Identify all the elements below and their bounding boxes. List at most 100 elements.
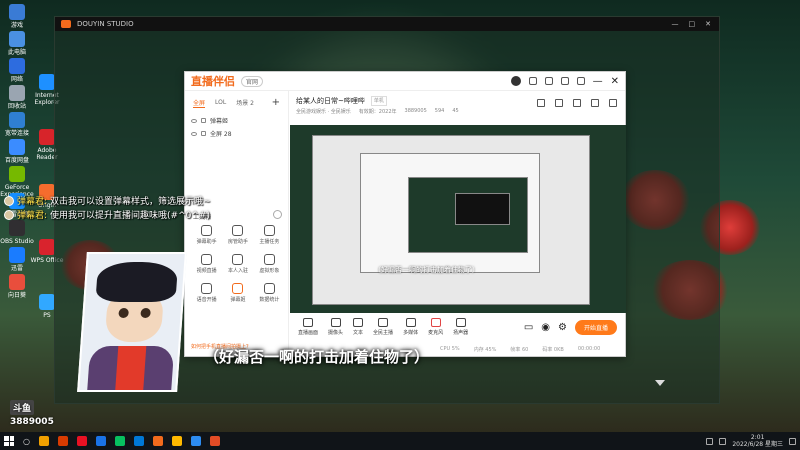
source-button[interactable]: 摄像头 bbox=[328, 318, 343, 336]
desktop-icon[interactable]: 此电脑 bbox=[0, 31, 34, 56]
desktop-icon-label: 此电脑 bbox=[7, 49, 26, 56]
desktop-icon-label: 网络 bbox=[10, 76, 23, 83]
room-category-tag: 单机 bbox=[370, 96, 387, 106]
tool-item[interactable]: 弹幕助手 bbox=[191, 225, 222, 245]
desktop-icon[interactable]: 向日葵 bbox=[0, 274, 34, 299]
settings-icon[interactable]: ⚙ bbox=[558, 322, 567, 333]
taskbar-app-icon[interactable] bbox=[152, 436, 163, 446]
desktop-icon[interactable]: OBS Studio bbox=[0, 220, 34, 245]
tool-item[interactable]: 数据统计 bbox=[254, 283, 285, 303]
desktop-icon[interactable]: 百度网盘 bbox=[0, 139, 34, 164]
taskbar-app-icon[interactable] bbox=[133, 436, 144, 446]
eye-icon[interactable] bbox=[191, 118, 197, 123]
clock[interactable]: 2:01 2022/6/28 星期三 bbox=[732, 434, 783, 448]
source-button[interactable]: 直播画面 bbox=[298, 318, 318, 336]
window-title: DOUYIN STUDIO bbox=[77, 20, 134, 28]
toolbox-toggle-icon[interactable] bbox=[273, 210, 282, 219]
taskbar-app-icon[interactable] bbox=[171, 436, 182, 446]
avatar bbox=[4, 195, 14, 206]
live-companion-window: 直播伴侣 官网 — ✕ 全屏 LOL 场景 2 + 弹幕姬 全屏 28 工具箱 … bbox=[184, 71, 626, 357]
delete-icon[interactable] bbox=[537, 99, 545, 107]
room-title[interactable]: 给某人的日常~哔哩哔 bbox=[296, 96, 365, 106]
window-titlebar: DOUYIN STUDIO — □ ✕ bbox=[55, 17, 719, 31]
source-button[interactable]: 麦克风 bbox=[428, 318, 443, 336]
source-button[interactable]: 多媒体 bbox=[403, 318, 418, 336]
close-icon[interactable]: ✕ bbox=[611, 76, 619, 87]
network-icon[interactable] bbox=[706, 437, 714, 445]
calendar-icon[interactable] bbox=[573, 99, 581, 107]
minimize-icon[interactable]: — bbox=[593, 76, 603, 87]
scene-item[interactable]: 弹幕姬 bbox=[185, 114, 288, 127]
tool-label: 语音开播 bbox=[196, 297, 217, 303]
stream-preview[interactable]: （好漏否一啊的打击加着住物了） bbox=[290, 125, 626, 313]
eye-icon[interactable]: ◉ bbox=[541, 322, 550, 333]
lock-icon[interactable] bbox=[201, 131, 206, 136]
cpu-usage: CPU 5% bbox=[440, 346, 460, 352]
eye-icon[interactable] bbox=[191, 131, 197, 136]
lock-icon[interactable] bbox=[201, 118, 206, 123]
gift-icon[interactable] bbox=[555, 99, 563, 107]
notification-icon[interactable] bbox=[789, 437, 796, 445]
desktop-icon[interactable]: 网络 bbox=[0, 58, 34, 83]
menu-icon[interactable] bbox=[576, 77, 585, 85]
taskbar-app-icon[interactable] bbox=[95, 436, 106, 446]
add-scene-icon[interactable]: + bbox=[272, 97, 280, 108]
tool-item[interactable]: 视频直播 bbox=[191, 254, 222, 274]
bell-icon[interactable] bbox=[591, 99, 599, 107]
close-icon[interactable]: ✕ bbox=[705, 20, 711, 28]
tool-item[interactable]: 虚拟形象 bbox=[254, 254, 285, 274]
tool-item[interactable]: 语音开播 bbox=[191, 283, 222, 303]
desktop-icon[interactable]: 宽带连接 bbox=[0, 112, 34, 137]
app-icon bbox=[9, 31, 25, 47]
source-button[interactable]: 扬声器 bbox=[453, 318, 468, 336]
version-badge[interactable]: 官网 bbox=[241, 75, 264, 87]
maximize-icon[interactable]: □ bbox=[689, 20, 696, 28]
scene-item[interactable]: 全屏 28 bbox=[185, 127, 288, 140]
tab-scene-2[interactable]: 场景 2 bbox=[236, 98, 254, 107]
taskbar-app-icon[interactable] bbox=[114, 436, 125, 446]
danmaku-text: 双击我可以设置弹幕样式，筛选展示哦~ bbox=[50, 197, 211, 207]
streamer-avatar-card bbox=[77, 252, 187, 392]
volume-icon[interactable] bbox=[719, 437, 727, 445]
tab-fullscreen[interactable]: 全屏 bbox=[193, 98, 206, 108]
source-button[interactable]: 文本 bbox=[353, 318, 363, 336]
tool-item[interactable]: 房管助手 bbox=[222, 225, 253, 245]
source-label: 全民主播 bbox=[373, 330, 394, 336]
source-label: 摄像头 bbox=[328, 330, 344, 336]
scene-label: 弹幕姬 bbox=[210, 118, 229, 125]
tool-item[interactable]: 本人入驻 bbox=[222, 254, 253, 274]
room-number: 3889005 bbox=[10, 417, 54, 427]
taskbar-app-icon[interactable] bbox=[57, 436, 68, 446]
chevron-down-icon[interactable] bbox=[655, 380, 665, 386]
desktop-icon[interactable]: 游戏 bbox=[0, 4, 34, 29]
tool-item[interactable]: 弹幕姬 bbox=[222, 283, 253, 303]
desktop-icon[interactable]: 回收站 bbox=[0, 85, 34, 110]
share-icon[interactable] bbox=[609, 99, 617, 107]
avatar[interactable] bbox=[510, 76, 521, 86]
start-live-button[interactable]: 开始直播 bbox=[574, 319, 617, 335]
tab-lol[interactable]: LOL bbox=[215, 99, 226, 106]
tool-icon bbox=[232, 254, 244, 265]
app-logo-icon bbox=[61, 20, 71, 28]
desktop-icon[interactable]: 迅雷 bbox=[0, 247, 34, 272]
viewer-count: 594 bbox=[434, 108, 445, 114]
taskbar-app-icon[interactable] bbox=[209, 436, 220, 446]
room-category[interactable]: 全民游戏娱乐 · 全民娱乐 bbox=[296, 108, 351, 115]
tool-label: 弹幕姬 bbox=[230, 297, 246, 303]
home-icon[interactable] bbox=[528, 77, 537, 85]
danmaku-user: 弹幕君: bbox=[17, 211, 48, 221]
shop-icon[interactable] bbox=[544, 77, 553, 85]
camera-icon[interactable]: ▭ bbox=[524, 322, 533, 333]
message-icon[interactable] bbox=[560, 77, 569, 85]
taskbar-app-icon[interactable] bbox=[38, 436, 49, 446]
search-icon[interactable]: ○ bbox=[23, 437, 30, 446]
desktop-icon-label: OBS Studio bbox=[0, 238, 34, 245]
taskbar-app-icon[interactable] bbox=[190, 436, 201, 446]
source-button[interactable]: 全民主播 bbox=[373, 318, 393, 336]
app-icon bbox=[9, 166, 25, 182]
taskbar-app-icon[interactable] bbox=[76, 436, 87, 446]
minimize-icon[interactable]: — bbox=[672, 20, 679, 28]
start-menu-icon[interactable] bbox=[4, 436, 14, 446]
memory-usage: 内存 45% bbox=[473, 346, 497, 353]
tool-item[interactable]: 主播任务 bbox=[254, 225, 285, 245]
